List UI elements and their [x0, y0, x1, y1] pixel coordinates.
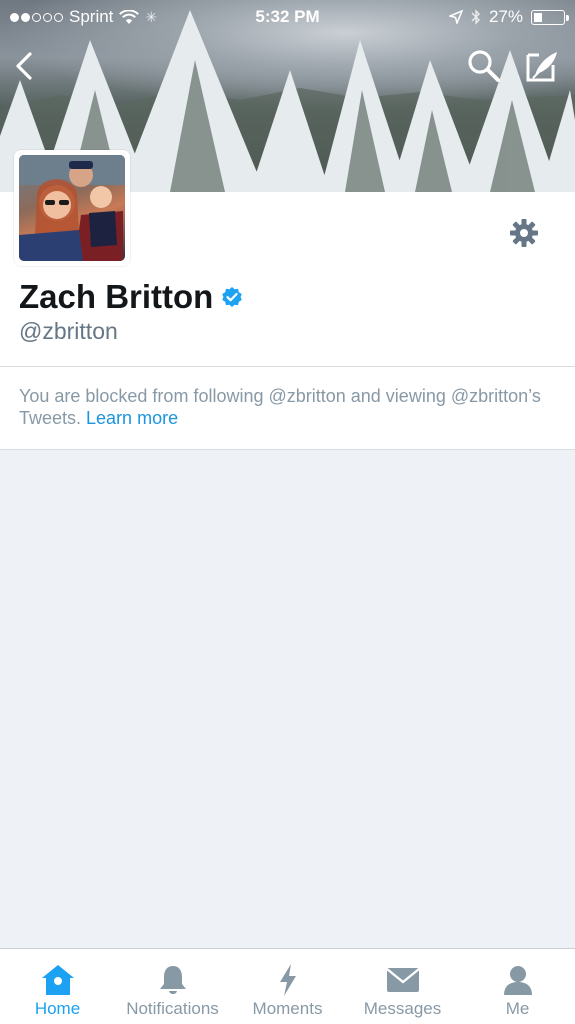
tab-moments[interactable]: Moments	[230, 949, 345, 1024]
tab-home[interactable]: Home	[0, 949, 115, 1024]
profile-name-row: Zach Britton	[19, 278, 243, 316]
avatar-photo	[19, 155, 125, 261]
bluetooth-icon	[471, 9, 480, 25]
compose-icon	[526, 52, 557, 82]
gear-icon	[510, 219, 538, 247]
compose-tweet-button[interactable]	[522, 46, 562, 86]
battery-icon	[531, 9, 569, 25]
tab-notifications[interactable]: Notifications	[115, 949, 230, 1024]
battery-percent: 27%	[488, 7, 523, 26]
chevron-left-icon	[16, 52, 32, 80]
status-bar: Sprint ✳ 5:32 PM 27%	[0, 0, 575, 34]
verified-badge-icon	[222, 287, 243, 307]
person-icon	[503, 966, 532, 995]
lightning-icon	[279, 964, 296, 996]
bell-icon	[159, 966, 186, 994]
profile-settings-button[interactable]	[509, 218, 539, 248]
envelope-icon	[385, 968, 420, 992]
tab-me[interactable]: Me	[460, 949, 575, 1024]
profile-avatar[interactable]	[14, 150, 130, 266]
tab-home-label: Home	[34, 999, 81, 1018]
location-arrow-icon	[448, 10, 463, 24]
bottom-tab-bar: Home Notifications Moments Messages Me	[0, 948, 575, 1024]
signal-strength-icon	[10, 12, 63, 22]
profile-page: Sprint ✳ 5:32 PM 27% Zach Britton @zbrit…	[0, 0, 575, 1024]
home-icon	[41, 965, 74, 995]
search-button[interactable]	[464, 46, 504, 86]
tab-moments-label: Moments	[252, 999, 323, 1018]
tab-messages-label: Messages	[363, 999, 442, 1018]
tab-messages[interactable]: Messages	[345, 949, 460, 1024]
learn-more-link[interactable]: Learn more	[86, 408, 178, 428]
carrier-label: Sprint	[69, 7, 114, 26]
activity-spinner-icon: ✳	[145, 8, 158, 25]
blocked-notice: You are blocked from following @zbritton…	[0, 367, 575, 450]
search-icon	[468, 50, 500, 82]
tab-notifications-label: Notifications	[126, 999, 219, 1018]
profile-handle: @zbritton	[19, 318, 118, 344]
back-button[interactable]	[4, 46, 44, 86]
wifi-icon	[119, 9, 140, 24]
profile-name: Zach Britton	[19, 278, 214, 315]
tab-me-label: Me	[505, 999, 530, 1018]
